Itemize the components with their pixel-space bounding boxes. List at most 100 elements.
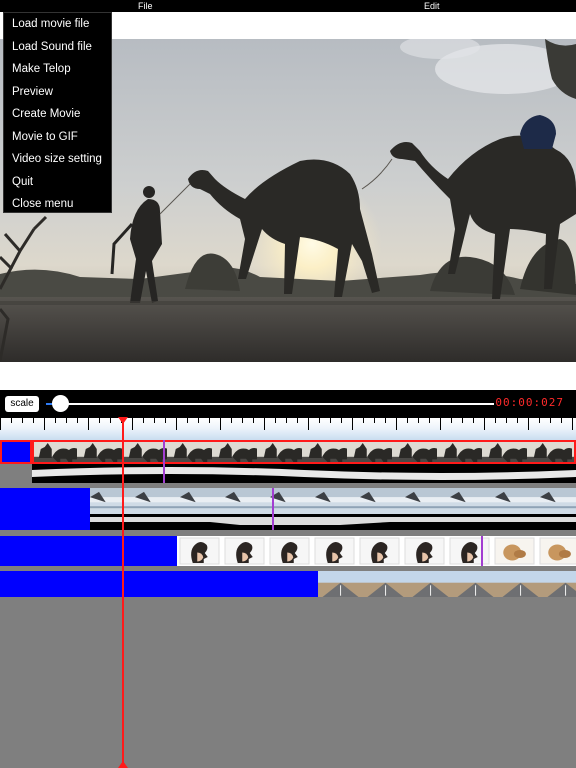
scale-slider-thumb[interactable] xyxy=(52,395,69,412)
clip-split-marker[interactable] xyxy=(272,488,274,530)
track-camel[interactable] xyxy=(0,440,576,483)
clip-thumbnail xyxy=(363,571,408,597)
scale-bar: scale 00:00:027 xyxy=(0,390,576,418)
menu-item-load-sound-file[interactable]: Load Sound file xyxy=(12,40,92,54)
clip-thumbnail xyxy=(212,440,262,464)
playhead-bottom-handle[interactable] xyxy=(118,761,128,768)
menu-item-create-movie[interactable]: Create Movie xyxy=(12,107,80,121)
menu-item-close-menu[interactable]: Close menu xyxy=(12,197,73,211)
clip-split-marker[interactable] xyxy=(163,440,165,483)
scale-button[interactable]: scale xyxy=(5,396,39,412)
file-menu-title[interactable]: File xyxy=(138,0,153,12)
menu-item-quit[interactable]: Quit xyxy=(12,175,33,189)
ruler-major-tick xyxy=(352,418,353,430)
track-spacer xyxy=(0,536,177,566)
clip-thumbnail xyxy=(540,488,576,514)
clip-thumbnail xyxy=(347,440,397,464)
clip-thumbnail xyxy=(135,488,180,514)
clip-thumbnail xyxy=(492,536,537,566)
clip-thumbnail xyxy=(392,440,442,464)
menu-item-video-size-setting[interactable]: Video size setting xyxy=(12,152,102,166)
track-road[interactable] xyxy=(0,571,576,597)
ruler-major-tick xyxy=(396,418,397,430)
ruler-minor-tick xyxy=(11,418,12,423)
menu-item-movie-to-gif[interactable]: Movie to GIF xyxy=(12,130,78,144)
track-spacer xyxy=(0,488,90,530)
clip-thumbnail xyxy=(32,440,82,464)
clip-thumbnail xyxy=(408,571,453,597)
ruler-major-tick xyxy=(572,418,573,430)
ruler-minor-tick xyxy=(451,418,452,423)
menu-item-preview[interactable]: Preview xyxy=(12,85,53,99)
ruler-minor-tick xyxy=(209,418,210,423)
playhead-line[interactable] xyxy=(122,420,124,768)
clip-thumbnail xyxy=(527,440,576,464)
clip-thumbnail xyxy=(257,440,307,464)
track-snow[interactable] xyxy=(0,488,576,530)
track-spacer xyxy=(0,440,32,464)
menu-item-make-telop[interactable]: Make Telop xyxy=(12,62,71,76)
clip-road[interactable] xyxy=(318,571,576,597)
ruler-minor-tick xyxy=(110,418,111,423)
ruler-minor-tick xyxy=(242,418,243,423)
clip-frames xyxy=(32,440,576,464)
menu-item-load-movie-file[interactable]: Load movie file xyxy=(12,17,89,31)
clip-thumbnail xyxy=(312,536,357,566)
clip-thumbnail xyxy=(77,440,127,464)
ruler-major-tick xyxy=(176,418,177,430)
clip-thumbnail xyxy=(225,488,270,514)
clip-thumbnail xyxy=(90,488,135,514)
scale-slider-track[interactable] xyxy=(46,403,494,405)
ruler-minor-tick xyxy=(297,418,298,423)
ruler-minor-tick xyxy=(143,418,144,423)
ruler-major-tick xyxy=(308,418,309,430)
clip-thumbnail xyxy=(405,488,450,514)
timeline-ruler[interactable] xyxy=(0,418,576,440)
clip-thumbnail xyxy=(498,571,543,597)
clip-thumbnail xyxy=(543,571,576,597)
ruler-major-tick xyxy=(528,418,529,430)
clip-thumbnail xyxy=(537,536,576,566)
track-faces[interactable] xyxy=(0,536,576,566)
ruler-major-tick xyxy=(484,418,485,430)
clip-thumbnail xyxy=(453,571,498,597)
clip-snow[interactable] xyxy=(90,488,576,530)
ruler-minor-tick xyxy=(22,418,23,423)
audio-waveform xyxy=(90,514,576,530)
clip-thumbnail xyxy=(437,440,487,464)
clip-thumbnail xyxy=(270,488,315,514)
ruler-minor-tick xyxy=(561,418,562,423)
clip-frames xyxy=(90,488,576,514)
clip-split-marker[interactable] xyxy=(481,536,483,566)
ruler-minor-tick xyxy=(198,418,199,423)
ruler-minor-tick xyxy=(539,418,540,423)
menu-bar: File Edit xyxy=(0,0,576,12)
clip-frames xyxy=(318,571,576,597)
ruler-minor-tick xyxy=(319,418,320,423)
clip-thumbnail xyxy=(495,488,540,514)
ruler-minor-tick xyxy=(473,418,474,423)
ruler-minor-tick xyxy=(275,418,276,423)
ruler-minor-tick xyxy=(77,418,78,423)
ruler-minor-tick xyxy=(385,418,386,423)
ruler-minor-tick xyxy=(407,418,408,423)
clip-thumbnail xyxy=(267,536,312,566)
ruler-minor-tick xyxy=(231,418,232,423)
track-spacer xyxy=(0,571,318,597)
playhead-top-handle[interactable] xyxy=(118,417,128,424)
clip-thumbnail xyxy=(572,440,576,464)
clip-faces[interactable] xyxy=(177,536,576,566)
ruler-major-tick xyxy=(220,418,221,430)
ruler-minor-tick xyxy=(33,418,34,423)
ruler-minor-tick xyxy=(286,418,287,423)
ruler-minor-tick xyxy=(253,418,254,423)
ruler-major-tick xyxy=(44,418,45,430)
clip-camel[interactable] xyxy=(32,440,576,483)
ruler-minor-tick xyxy=(495,418,496,423)
clip-thumbnail xyxy=(177,536,222,566)
ruler-major-tick xyxy=(0,418,1,430)
clip-thumbnail xyxy=(482,440,532,464)
waveform-graphic xyxy=(32,464,576,483)
edit-menu-title[interactable]: Edit xyxy=(424,0,440,12)
clip-thumbnail xyxy=(318,571,363,597)
